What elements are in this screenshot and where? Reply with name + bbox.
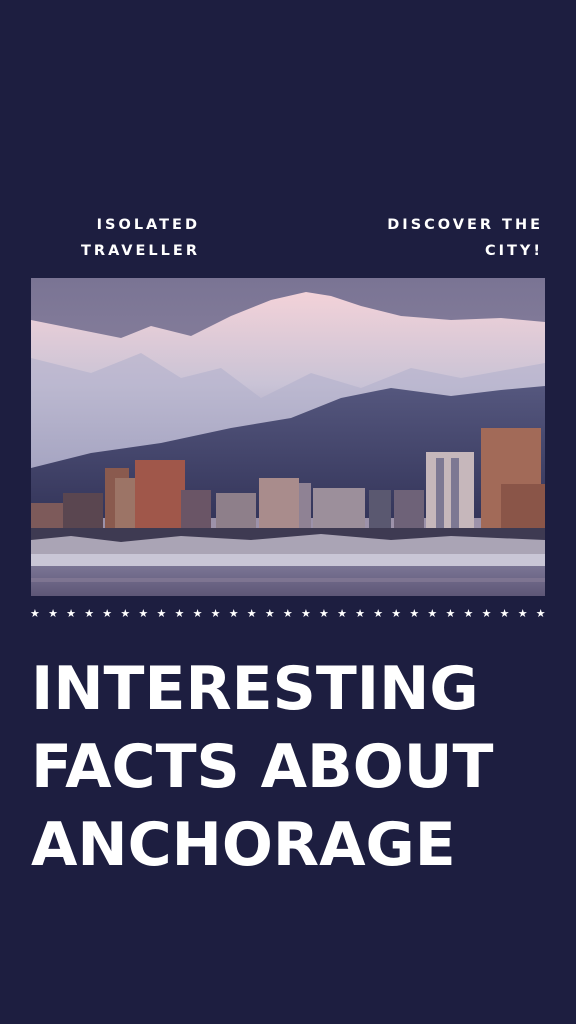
- headline-line-1: INTERESTING: [31, 654, 479, 724]
- headline-line-2: FACTS ABOUT: [31, 732, 494, 802]
- headline-line-3: ANCHORAGE: [31, 810, 456, 880]
- headline: INTERESTING FACTS ABOUT ANCHORAGE: [31, 650, 551, 884]
- brand-tagline: ISOLATED TRAVELLER: [81, 217, 200, 259]
- cta-tagline: DISCOVER THE CITY!: [387, 217, 543, 259]
- anchorage-skyline-photo: [31, 278, 545, 596]
- star-divider: ★ ★ ★ ★ ★ ★ ★ ★ ★ ★ ★ ★ ★ ★ ★ ★ ★ ★ ★ ★ ★ ★ ★ ★ ★ ★ ★ ★ ★: [30, 607, 546, 620]
